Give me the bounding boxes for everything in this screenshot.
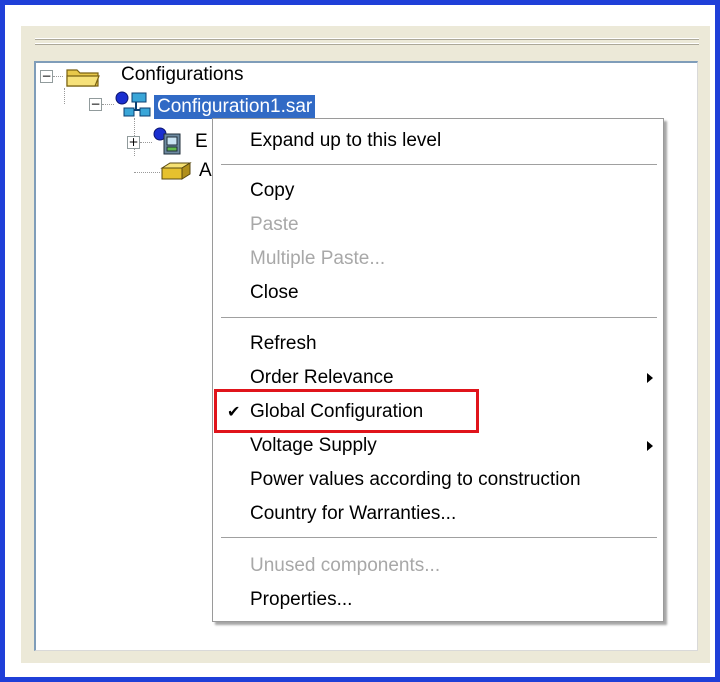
component-box-icon	[160, 162, 192, 180]
expand-child-button[interactable]: +	[127, 136, 140, 149]
submenu-arrow-icon	[647, 441, 653, 451]
annotation-highlight-box	[214, 389, 479, 433]
menu-separator	[221, 317, 657, 318]
menu-item-paste: Paste	[213, 208, 663, 241]
menu-item-label: Power values according to construction	[250, 469, 581, 490]
tree-child2-label[interactable]: A	[199, 160, 212, 182]
device-icon	[153, 127, 181, 155]
tree-connector	[64, 88, 65, 104]
tree-connector	[102, 104, 114, 105]
menu-item-label: Close	[250, 282, 299, 303]
tree-connector	[134, 172, 160, 173]
menu-item-expand-level[interactable]: Expand up to this level	[213, 124, 663, 157]
menu-item-label: Country for Warranties...	[250, 503, 457, 524]
collapse-config-button[interactable]: −	[89, 98, 102, 111]
menu-item-country-warranties[interactable]: Country for Warranties...	[213, 497, 663, 530]
menu-separator	[221, 537, 657, 538]
menu-item-label: Properties...	[250, 589, 353, 610]
tree-root-label[interactable]: Configurations	[121, 64, 244, 86]
menu-item-label: Expand up to this level	[250, 130, 442, 151]
menu-item-close[interactable]: Close	[213, 276, 663, 309]
tree-child1-label[interactable]: E	[195, 131, 208, 153]
menu-item-label: Unused components...	[250, 555, 441, 576]
tree-connector	[140, 142, 152, 143]
context-menu: Expand up to this level Copy Paste Multi…	[212, 118, 664, 622]
tree-config-label[interactable]: Configuration1.sar	[154, 95, 316, 119]
menu-item-label: Copy	[250, 180, 295, 201]
menu-item-properties[interactable]: Properties...	[213, 583, 663, 616]
menu-item-label: Voltage Supply	[250, 435, 377, 456]
collapse-root-button[interactable]: −	[40, 70, 53, 83]
menu-item-multiple-paste: Multiple Paste...	[213, 242, 663, 275]
menu-item-label: Multiple Paste...	[250, 248, 386, 269]
menu-item-refresh[interactable]: Refresh	[213, 327, 663, 360]
menu-separator	[221, 164, 657, 165]
menu-item-label: Refresh	[250, 333, 317, 354]
menu-item-copy[interactable]: Copy	[213, 174, 663, 207]
submenu-arrow-icon	[647, 373, 653, 383]
menu-item-label: Paste	[250, 214, 299, 235]
folder-open-icon	[66, 69, 100, 87]
panel-header-grip	[35, 36, 699, 56]
menu-item-voltage-supply[interactable]: Voltage Supply	[213, 429, 663, 462]
menu-item-unused-components: Unused components...	[213, 549, 663, 582]
network-config-icon	[115, 91, 151, 117]
menu-item-power-values[interactable]: Power values according to construction	[213, 463, 663, 496]
tree-connector	[53, 76, 63, 77]
